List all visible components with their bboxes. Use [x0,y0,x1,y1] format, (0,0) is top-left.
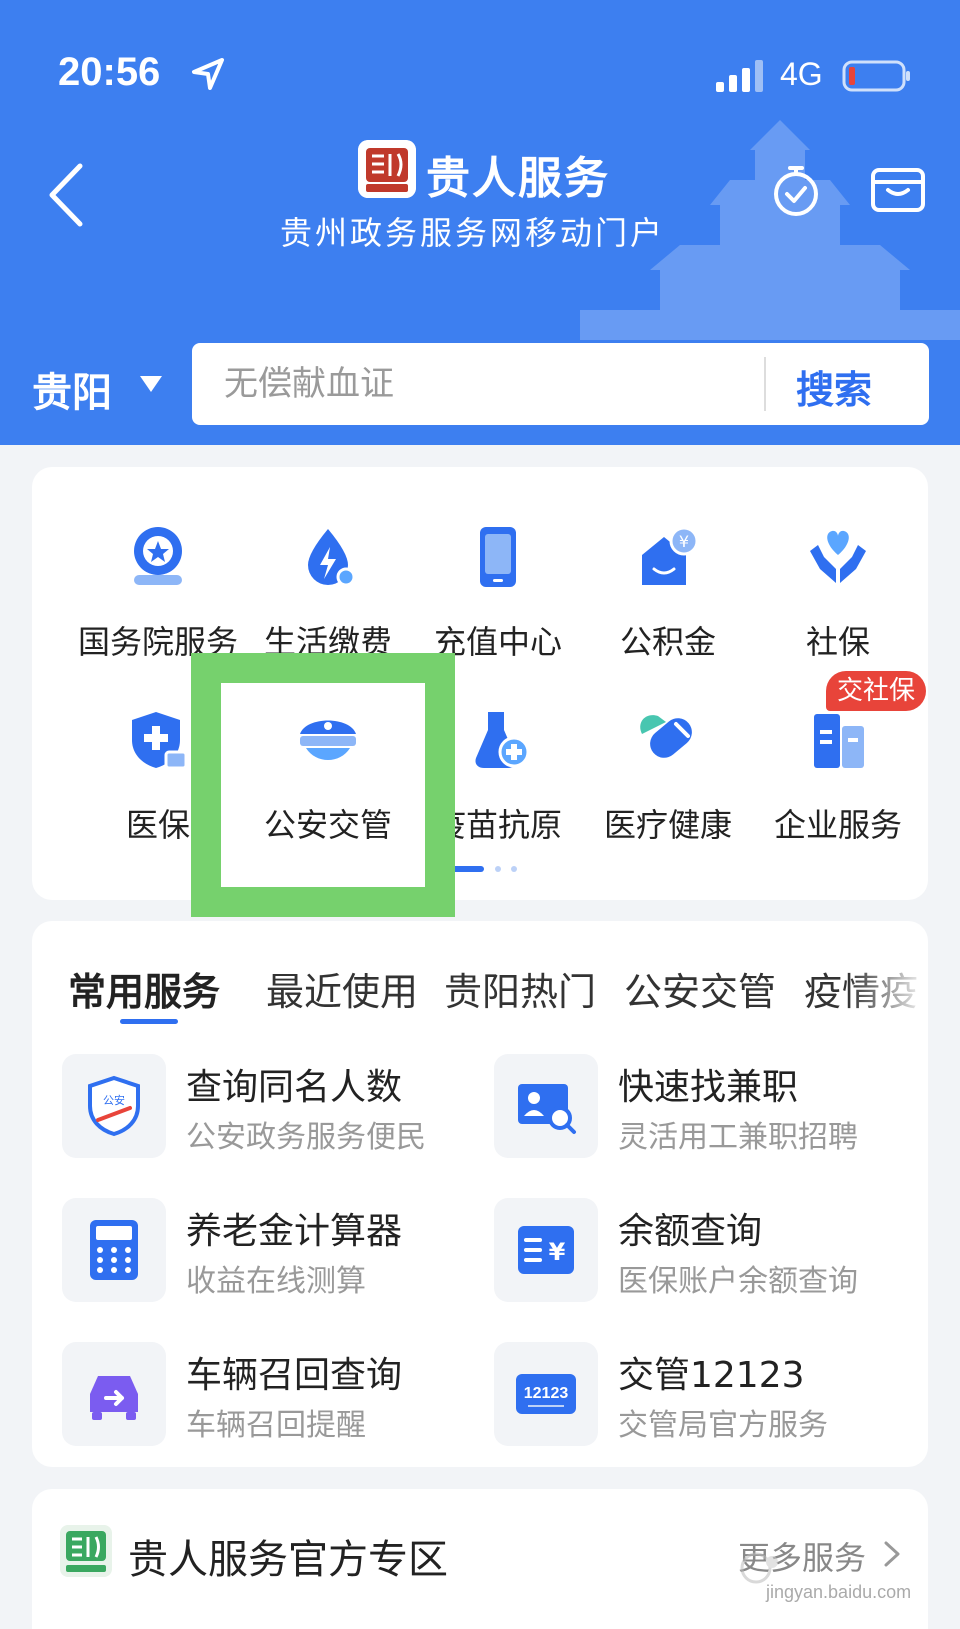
item-subtitle: 车辆召回提醒 [186,1408,366,1443]
card-wallet-icon[interactable] [870,164,926,216]
list-item[interactable]: 12123 交管12123 交管局官方服务 [494,1342,914,1452]
active-tab-indicator [120,1019,178,1024]
vaccine-icon [475,712,530,768]
app-subtitle: 贵州政务服务网移动门户 [280,214,666,252]
service-health[interactable]: 医疗健康 [578,670,758,844]
svg-text:¥: ¥ [549,1238,566,1266]
enterprise-icon [814,714,864,768]
item-icon-box: 公安 [62,1054,166,1158]
police-shield-icon: 公安 [88,1075,140,1137]
service-housing-fund[interactable]: ¥ 公积金 [578,487,758,661]
app-header: 20:56 4G 贵人服务 贵州政务服务网移动门户 贵阳 无偿献血证 搜索 [0,0,960,445]
item-subtitle: 公安政务服务便民 [186,1120,426,1155]
tab-common[interactable]: 常用服务 [68,961,220,1016]
highlight-annotation-box [191,653,455,917]
item-title: 快速找兼职 [618,1067,799,1108]
service-label: 社保 [805,623,870,661]
traffic-12123-icon: 12123 [516,1374,576,1414]
service-label: 企业服务 [773,806,902,844]
item-subtitle: 医保账户余额查询 [618,1264,858,1299]
social-security-badge: 交社保 [826,671,926,711]
job-search-icon [518,1084,576,1134]
list-item[interactable]: 快速找兼职 灵活用工兼职招聘 [494,1054,914,1164]
services-grid: 国务院服务 生活缴费 充值中心 ¥ 公积金 社保 医保 公安交管 疫苗抗原 医疗… [32,467,928,900]
item-icon-box [494,1054,598,1158]
service-recharge[interactable]: 充值中心 [408,487,588,661]
signal-icon [716,60,763,92]
location-arrow-icon [192,58,224,90]
tab-recent[interactable]: 最近使用 [266,961,418,1016]
svg-text:¥: ¥ [679,532,689,551]
car-recall-icon [90,1376,138,1420]
service-utility-payment[interactable]: 生活缴费 [238,487,418,661]
item-icon-box: ¥ [494,1198,598,1302]
list-item[interactable]: 车辆召回查询 车辆召回提醒 [62,1342,482,1452]
social-security-icon [810,530,866,583]
status-time: 20:56 [58,50,161,94]
tab-police-traffic[interactable]: 公安交管 [624,961,776,1016]
search-button[interactable]: 搜索 [796,359,872,414]
official-zone-title: 贵人服务官方专区 [128,1537,448,1583]
guiren-logo-icon [60,1525,112,1577]
health-icon [640,715,692,758]
watermark-domain: jingyan.baidu.com [766,1582,912,1602]
page-indicator[interactable] [450,864,540,874]
service-social-security[interactable]: 社保 [748,487,928,661]
svg-text:公安: 公安 [103,1093,125,1107]
common-services-card: 常用服务 最近使用 贵阳热门 公安交管 疫情疫 公安 查询同名人数 公安政务服务… [32,921,928,1467]
search-bar[interactable]: 搜索 [192,343,929,425]
item-title: 查询同名人数 [186,1067,403,1108]
stopwatch-icon[interactable] [768,162,824,218]
item-subtitle: 交管局官方服务 [618,1408,828,1443]
item-subtitle: 灵活用工兼职招聘 [618,1120,858,1155]
caret-down-icon[interactable] [140,376,162,392]
list-item[interactable]: 养老金计算器 收益在线测算 [62,1198,482,1308]
network-type: 4G [780,56,823,92]
item-title: 余额查询 [618,1211,763,1252]
app-title: 贵人服务 [426,153,610,204]
city-selector[interactable]: 贵阳 [32,360,112,418]
medical-insurance-icon [132,712,188,770]
item-title: 车辆召回查询 [186,1355,403,1396]
list-item[interactable]: ¥ 余额查询 医保账户余额查询 [494,1198,914,1308]
item-icon-box [62,1342,166,1446]
search-input[interactable] [224,361,704,407]
tab-guiyang-hot[interactable]: 贵阳热门 [444,961,596,1016]
service-tabs: 常用服务 最近使用 贵阳热门 公安交管 疫情疫 [68,961,928,1021]
status-bar: 20:56 4G [0,0,960,150]
state-council-icon [134,527,182,585]
item-icon-box [62,1198,166,1302]
back-arrow-icon[interactable] [44,160,90,230]
utility-payment-icon [308,529,356,587]
housing-fund-icon: ¥ [642,526,699,585]
icon-text-12123: 12123 [524,1385,569,1402]
item-title: 交管12123 [618,1355,805,1396]
calculator-icon [90,1220,138,1280]
search-divider [764,357,766,411]
item-icon-box: 12123 [494,1342,598,1446]
item-title: 养老金计算器 [186,1211,403,1252]
item-subtitle: 收益在线测算 [186,1264,366,1299]
list-item[interactable]: 公安 查询同名人数 公安政务服务便民 [62,1054,482,1164]
service-label: 医疗健康 [603,806,732,844]
service-state-council[interactable]: 国务院服务 [68,487,248,661]
phone-recharge-icon [480,527,516,587]
balance-icon: ¥ [518,1226,574,1274]
tabs-fade [848,951,928,1021]
guiren-logo-icon [358,140,416,198]
service-label: 公积金 [619,623,716,661]
battery-icon [842,60,910,92]
